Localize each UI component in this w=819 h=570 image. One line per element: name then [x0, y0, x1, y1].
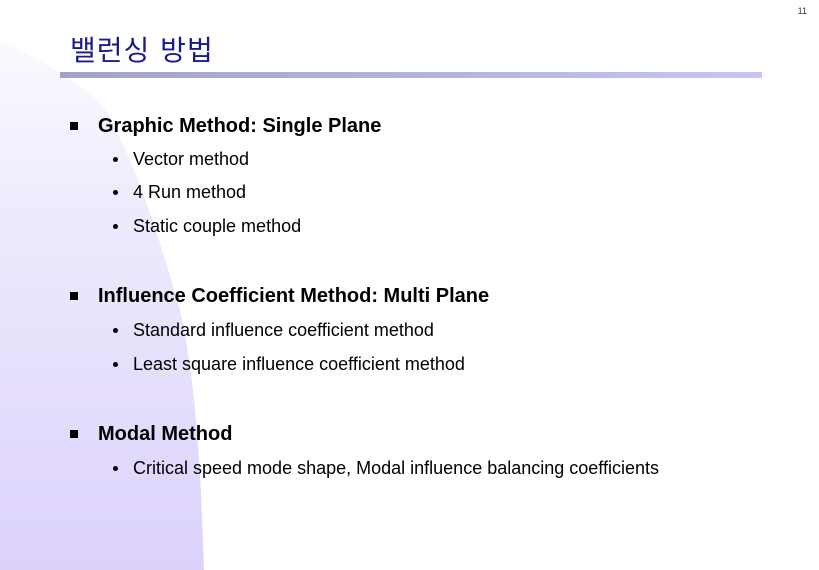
round-bullet-icon [113, 224, 118, 229]
square-bullet-icon [70, 122, 78, 130]
slide-content: Graphic Method: Single Plane Vector meth… [0, 0, 819, 570]
square-bullet-icon [70, 292, 78, 300]
round-bullet-icon [113, 362, 118, 367]
square-bullet-icon [70, 430, 78, 438]
round-bullet-icon [113, 157, 118, 162]
list-item-text: Standard influence coefficient method [133, 320, 434, 340]
round-bullet-icon [113, 466, 118, 471]
section-heading-text: Influence Coefficient Method: Multi Plan… [98, 285, 490, 307]
list-item-text: Vector method [133, 149, 250, 169]
list-item-text: 4 Run method [133, 182, 247, 202]
list-item-text: Critical speed mode shape, Modal influen… [133, 458, 659, 478]
section-heading-text: Modal Method [98, 423, 233, 445]
list-item-text: Least square influence coefficient metho… [133, 354, 465, 374]
section-heading-text: Graphic Method: Single Plane [98, 115, 382, 137]
list-item-text: Static couple method [133, 216, 302, 236]
round-bullet-icon [113, 190, 118, 195]
round-bullet-icon [113, 328, 118, 333]
